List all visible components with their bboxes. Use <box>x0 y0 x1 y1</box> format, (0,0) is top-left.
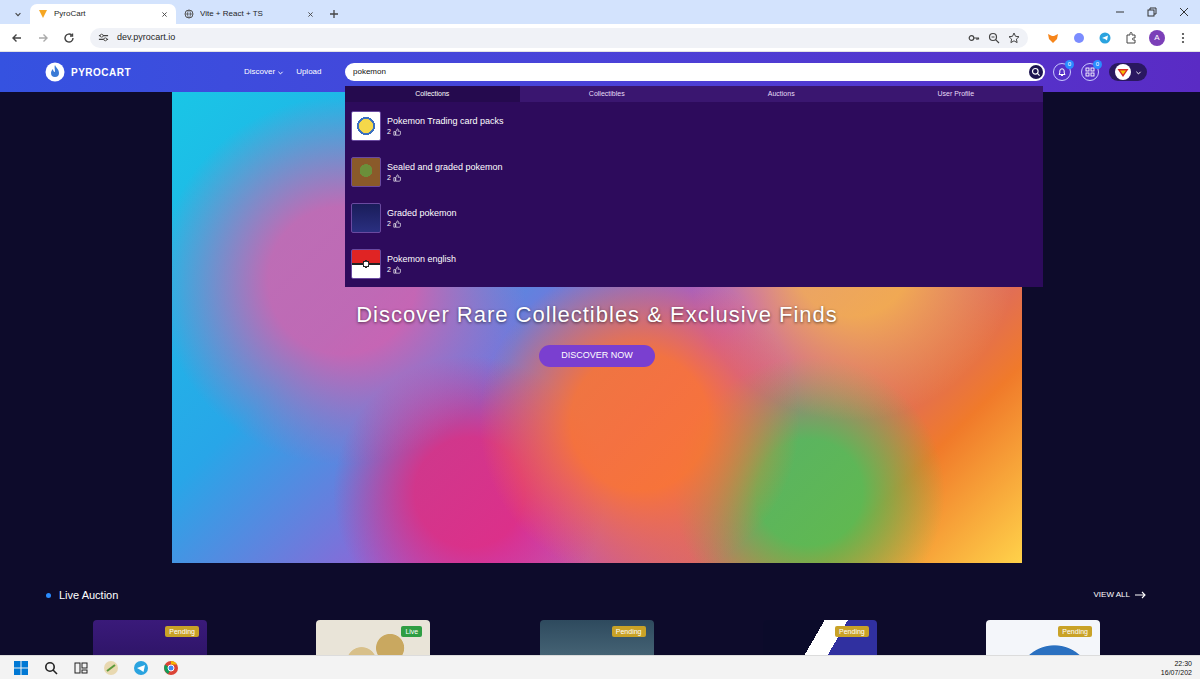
auction-card[interactable]: Pending <box>93 620 207 656</box>
collection-thumbnail <box>351 111 381 141</box>
reload-icon[interactable] <box>58 27 80 49</box>
search-bar <box>345 63 1045 81</box>
globe-icon <box>184 9 194 19</box>
grid-icon <box>1085 67 1095 77</box>
address-bar[interactable]: dev.pyrocart.io <box>90 28 1028 48</box>
telegram-icon[interactable] <box>1094 27 1116 49</box>
site-logo[interactable]: PYROCART <box>45 62 244 82</box>
section-title: Live Auction <box>59 587 118 604</box>
result-item[interactable]: Pokemon english2 <box>351 249 1043 295</box>
like-count: 2 <box>387 265 456 275</box>
thumbs-up-icon <box>393 220 401 228</box>
nav-actions: 00 <box>1053 63 1147 81</box>
search-input[interactable] <box>353 66 1029 78</box>
result-tabs: CollectionsCollectiblesAuctionsUser Prof… <box>345 86 1043 102</box>
app-icon[interactable] <box>96 657 126 679</box>
taskbar: 22:3016/07/202 <box>0 655 1200 679</box>
auction-card[interactable]: Live <box>316 620 430 656</box>
browser-tab[interactable]: Vite + React + TS <box>176 4 322 24</box>
result-tab[interactable]: Auctions <box>694 86 869 102</box>
notifications-button[interactable]: 0 <box>1053 63 1071 81</box>
result-item[interactable]: Graded pokemon2 <box>351 203 1043 249</box>
result-item[interactable]: Pokemon Trading card packs2 <box>351 111 1043 157</box>
like-count: 2 <box>387 173 503 183</box>
extension-icon[interactable] <box>1068 27 1090 49</box>
collection-thumbnail <box>351 157 381 187</box>
auction-card[interactable]: Pending <box>986 620 1100 656</box>
like-count: 2 <box>387 219 457 229</box>
count-badge: 0 <box>1093 60 1102 69</box>
nav-link[interactable]: Discover <box>244 66 284 78</box>
search-dropdown: CollectionsCollectiblesAuctionsUser Prof… <box>345 86 1043 287</box>
tab-list-icon[interactable] <box>6 4 30 24</box>
bell-icon <box>1057 67 1067 77</box>
telegram-icon[interactable] <box>126 657 156 679</box>
forward-icon[interactable] <box>32 27 54 49</box>
result-tab[interactable]: Collectibles <box>520 86 695 102</box>
search-icon[interactable] <box>36 657 66 679</box>
pyrocart-logo-icon <box>45 62 65 82</box>
result-item[interactable]: Sealed and graded pokemon2 <box>351 157 1043 203</box>
collection-thumbnail <box>351 203 381 233</box>
arrow-right-icon <box>1134 591 1146 599</box>
key-icon[interactable] <box>968 32 980 44</box>
menu-dots-icon[interactable] <box>1172 27 1194 49</box>
apps-button[interactable]: 0 <box>1081 63 1099 81</box>
status-badge: Pending <box>165 626 199 637</box>
status-badge: Pending <box>835 626 869 637</box>
collection-thumbnail <box>351 249 381 279</box>
thumbs-up-icon <box>393 266 401 274</box>
close-window-icon[interactable] <box>1168 0 1200 24</box>
clock[interactable]: 22:3016/07/202 <box>1161 659 1192 677</box>
count-badge: 0 <box>1065 60 1074 69</box>
user-avatar-icon <box>1115 64 1131 80</box>
like-count: 2 <box>387 127 504 137</box>
status-badge: Pending <box>1058 626 1092 637</box>
restore-icon[interactable] <box>1136 0 1168 24</box>
view-all-link[interactable]: VIEW ALL <box>1094 589 1146 601</box>
chevron-down-icon <box>277 69 284 76</box>
auction-list: Pending Live Pending Pending Pending <box>0 620 1200 656</box>
zoom-icon[interactable] <box>988 32 1000 44</box>
thumbs-up-icon <box>393 128 401 136</box>
new-tab-icon[interactable] <box>322 4 346 24</box>
task-view-icon[interactable] <box>66 657 96 679</box>
back-icon[interactable] <box>6 27 28 49</box>
live-dot <box>46 593 51 598</box>
chevron-down-icon <box>1135 69 1142 76</box>
hero-title: Discover Rare Collectibles & Exclusive F… <box>356 298 838 331</box>
windows-start-icon[interactable] <box>6 657 36 679</box>
result-tab[interactable]: Collections <box>345 86 520 102</box>
result-list: Pokemon Trading card packs2Sealed and gr… <box>345 102 1043 295</box>
nav-links: Discover Upload <box>244 66 345 78</box>
browser-toolbar: dev.pyrocart.io A <box>0 24 1200 52</box>
thumbs-up-icon <box>393 174 401 182</box>
browser-tab[interactable]: PyroCart <box>30 4 176 24</box>
user-menu[interactable] <box>1109 63 1147 81</box>
status-badge: Pending <box>612 626 646 637</box>
status-badge: Live <box>401 626 422 637</box>
metamask-icon[interactable] <box>1042 27 1064 49</box>
minimize-icon[interactable] <box>1104 0 1136 24</box>
site-settings-icon[interactable] <box>98 32 109 43</box>
result-tab[interactable]: User Profile <box>869 86 1044 102</box>
puzzle-icon[interactable] <box>1120 27 1142 49</box>
profile-button[interactable]: A <box>1146 27 1168 49</box>
discover-button[interactable]: DISCOVER NOW <box>539 345 655 367</box>
auction-card[interactable]: Pending <box>763 620 877 656</box>
pyrocart-favicon-icon <box>38 9 48 19</box>
nav-link[interactable]: Upload <box>296 66 321 78</box>
star-icon[interactable] <box>1008 32 1020 44</box>
auction-card[interactable]: Pending <box>540 620 654 656</box>
live-auction-header: Live Auction VIEW ALL <box>0 587 1200 604</box>
close-tab-icon[interactable] <box>307 11 314 18</box>
close-tab-icon[interactable] <box>161 11 168 18</box>
chrome-icon[interactable] <box>156 657 186 679</box>
browser-tab-strip: PyroCartVite + React + TS <box>0 0 1200 24</box>
web-page: PYROCARTDiscoverUpload00Discover Rare Co… <box>0 52 1200 655</box>
search-icon[interactable] <box>1029 65 1043 79</box>
